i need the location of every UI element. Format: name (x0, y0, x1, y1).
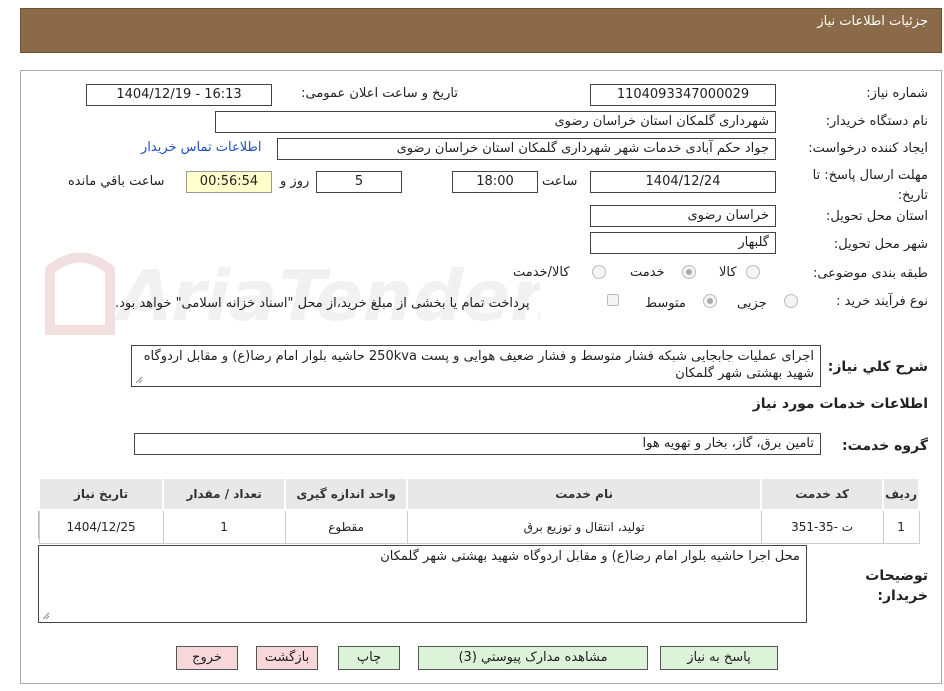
creator-label: ایجاد کننده درخواست: (808, 141, 928, 156)
remaining-time-field: 00:56:54 (186, 171, 272, 193)
summary-label: شرح کلي نیاز: (827, 359, 928, 375)
deadline-date-field: 1404/12/24 (590, 171, 776, 193)
category-label: طبقه بندی موضوعی: (812, 266, 928, 281)
days-label: روز و (280, 174, 310, 189)
services-section-title: اطلاعات خدمات مورد نیاز (752, 396, 928, 412)
remaining-label: ساعت باقي مانده (68, 174, 165, 189)
deadline-time-field: 18:00 (452, 171, 538, 193)
process-option-minor: جزیی (737, 296, 767, 311)
buyer-contact-link[interactable]: اطلاعات تماس خریدار (141, 140, 261, 155)
announce-datetime-field: 1404/12/19 - 16:13 (86, 84, 272, 106)
category-radio-service[interactable] (682, 265, 696, 279)
treasury-payment-note: پرداخت تمام یا بخشی از مبلغ خرید،از محل … (115, 296, 530, 311)
creator-field: جواد حکم آبادی خدمات شهر شهرداری گلمکان … (277, 138, 776, 160)
process-radio-minor[interactable] (784, 294, 798, 308)
buyer-org-field: شهرداری گلمکان استان خراسان رضوی (215, 111, 776, 133)
cell-row-number: 1 (882, 509, 920, 544)
cell-need-date: 1404/12/25 (38, 509, 164, 544)
service-group-field: تامین برق، گاز، بخار و تهویه هوا (134, 433, 821, 455)
resize-grip-icon[interactable] (135, 376, 143, 384)
province-label: استان محل تحویل: (826, 209, 928, 224)
col-service-name: نام خدمت (406, 477, 763, 511)
process-option-medium: متوسط (645, 296, 686, 311)
summary-textarea[interactable]: اجرای عملیات جابجایی شبکه فشار متوسط و ف… (131, 345, 821, 387)
province-field: خراسان رضوی (590, 205, 776, 227)
col-row-number: ردیف (882, 477, 920, 511)
col-unit: واحد اندازه گیری (284, 477, 409, 511)
days-field: 5 (316, 171, 402, 193)
col-quantity: تعداد / مقدار (162, 477, 287, 511)
buyer-notes-text: محل اجرا حاشیه بلوار امام رضا(ع) و مقابل… (380, 549, 800, 564)
category-option-service: خدمت (630, 265, 665, 280)
time-label: ساعت (542, 174, 578, 189)
category-radio-goods[interactable] (746, 265, 760, 279)
city-field: گلبهار (590, 232, 776, 254)
cell-unit: مقطوع (284, 509, 408, 544)
process-type-label: نوع فرآیند خرید : (836, 294, 928, 309)
announce-label: تاریخ و ساعت اعلان عمومی: (301, 86, 458, 101)
table-row: 1 ت -35-351 تولید، انتقال و توزیع برق مق… (38, 509, 920, 544)
reply-button[interactable]: پاسخ به نیاز (660, 646, 778, 670)
services-table: ردیف کد خدمت نام خدمت واحد اندازه گیری ت… (37, 477, 920, 544)
category-radio-goods-service[interactable] (592, 265, 606, 279)
category-option-goods: کالا (719, 265, 737, 280)
col-need-date: تاریخ نیاز (37, 477, 165, 511)
treasury-payment-checkbox[interactable] (607, 294, 619, 306)
print-button[interactable]: چاپ (338, 646, 400, 670)
need-number-label: شماره نیاز: (866, 86, 928, 101)
summary-text: اجرای عملیات جابجایی شبکه فشار متوسط و ف… (143, 349, 814, 381)
buyer-org-label: نام دستگاه خریدار: (825, 114, 928, 129)
service-group-label: گروه خدمت: (842, 438, 928, 454)
buyer-notes-textarea[interactable]: محل اجرا حاشیه بلوار امام رضا(ع) و مقابل… (38, 545, 807, 623)
table-header-row: ردیف کد خدمت نام خدمت واحد اندازه گیری ت… (37, 477, 920, 511)
cell-service-name: تولید، انتقال و توزیع برق (406, 509, 762, 544)
need-number-field: 1104093347000029 (590, 84, 776, 106)
deadline-label: مهلت ارسال پاسخ: تا تاریخ: (812, 168, 928, 203)
cell-quantity: 1 (162, 509, 286, 544)
cell-service-code: ت -35-351 (760, 509, 884, 544)
city-label: شهر محل تحویل: (833, 237, 928, 252)
resize-grip-icon[interactable] (42, 612, 50, 620)
process-radio-medium[interactable] (703, 294, 717, 308)
page-title: جزئیات اطلاعات نیاز (817, 14, 928, 29)
back-button[interactable]: بازگشت (256, 646, 318, 670)
page-header (20, 8, 942, 53)
buyer-notes-label: توضیحات خریدار: (865, 568, 928, 604)
view-attachments-button[interactable]: مشاهده مدارک پیوستي (3) (418, 646, 648, 670)
exit-button[interactable]: خروج (176, 646, 238, 670)
col-service-code: کد خدمت (760, 477, 885, 511)
category-option-goods-service: کالا/خدمت (513, 265, 570, 280)
